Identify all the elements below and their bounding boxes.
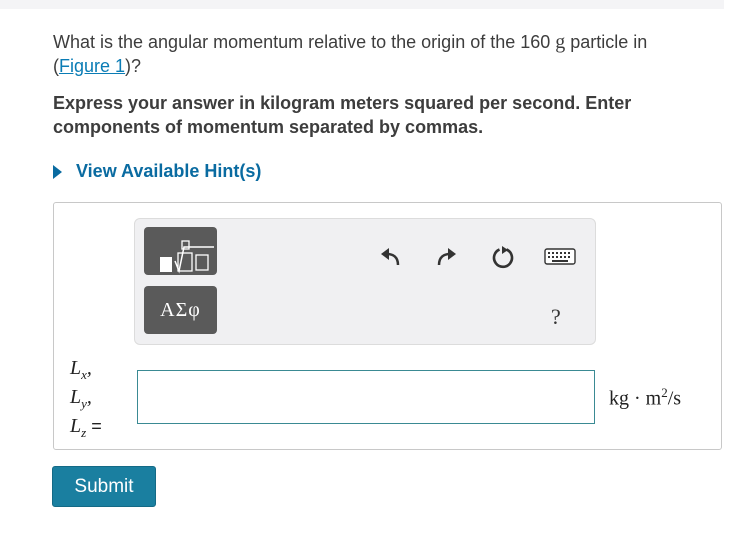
ly-sep: ,: [86, 386, 92, 408]
hint-label: View Available Hint(s): [76, 161, 262, 181]
question-text-part: particle in: [565, 32, 648, 52]
top-bar: [0, 0, 724, 9]
lz-var: L: [70, 415, 82, 437]
answer-input[interactable]: [137, 370, 595, 424]
paren-close: )?: [125, 56, 142, 76]
question-text-part: What is the angular momentum relative to…: [53, 32, 556, 52]
mass-unit: g: [555, 31, 566, 53]
submit-button[interactable]: Submit: [52, 466, 156, 507]
component-labels: Lx, Ly, Lz =: [70, 357, 102, 444]
lx-var: L: [70, 357, 82, 379]
units-main: kg · m: [609, 387, 662, 410]
undo-icon[interactable]: [377, 244, 403, 270]
units-tail: /s: [667, 387, 682, 410]
redo-icon[interactable]: [434, 244, 460, 270]
caret-right-icon: [53, 164, 62, 179]
reset-icon[interactable]: [490, 244, 516, 270]
symbols-button[interactable]: ΑΣφ: [144, 286, 217, 334]
units-label: kg · m2/s: [609, 385, 681, 411]
help-button[interactable]: ?: [551, 304, 561, 330]
instructions: Express your answer in kilogram meters s…: [53, 93, 632, 137]
question-text: What is the angular momentum relative to…: [53, 30, 723, 78]
figure-link[interactable]: Figure 1: [59, 56, 125, 76]
templates-button[interactable]: [144, 227, 217, 275]
lz-eq: =: [86, 416, 102, 436]
ly-var: L: [70, 386, 82, 408]
fraction-root-template-icon: [160, 240, 214, 274]
view-hints-toggle[interactable]: View Available Hint(s): [53, 161, 261, 182]
keyboard-icon[interactable]: [544, 244, 576, 270]
lx-sep: ,: [86, 357, 92, 379]
